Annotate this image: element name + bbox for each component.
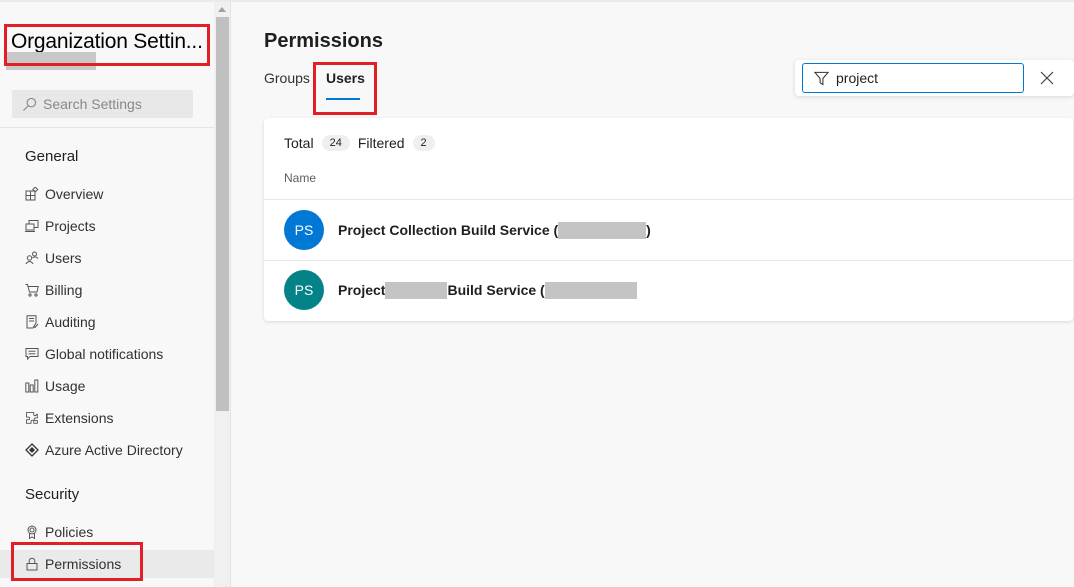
usage-icon [25, 379, 39, 393]
policy-icon [25, 525, 39, 539]
sidebar-item-label: Overview [45, 186, 104, 202]
sidebar-item-label: Policies [45, 524, 94, 540]
users-icon [25, 251, 39, 265]
filtered-count-badge: 2 [412, 135, 435, 151]
active-tab-indicator [326, 98, 360, 100]
section-security: Security [25, 486, 80, 503]
sidebar-item-label: Azure Active Directory [45, 442, 183, 458]
filter-bar: project [795, 60, 1074, 96]
column-header-name[interactable]: Name [284, 171, 316, 185]
redacted-text [558, 221, 647, 239]
sidebar-scrollbar[interactable] [214, 2, 231, 587]
filter-icon [814, 71, 829, 86]
search-placeholder: Search Settings [43, 96, 142, 112]
sidebar-item-permissions[interactable]: Permissions [0, 550, 214, 578]
user-name-middle: Build Service ( [447, 282, 545, 298]
sidebar-item-label: Auditing [45, 314, 96, 330]
sidebar-item-label: Usage [45, 378, 86, 394]
sidebar-item-azure-active-directory[interactable]: Azure Active Directory [0, 436, 214, 464]
close-icon [1040, 71, 1054, 85]
overview-icon [25, 187, 39, 201]
redacted-org-name [6, 52, 96, 70]
user-name: Project Collection Build Service ( ) [338, 221, 651, 239]
extensions-icon [25, 411, 39, 425]
projects-icon [25, 219, 39, 233]
auditing-icon [25, 315, 39, 329]
user-name: Project Build Service ( [338, 281, 637, 299]
total-count-badge: 24 [321, 135, 350, 151]
page-title: Permissions [264, 30, 383, 52]
total-label: Total [284, 135, 314, 151]
tab-groups[interactable]: Groups [264, 70, 310, 86]
scroll-up-arrow-icon[interactable] [218, 7, 226, 12]
clear-filter-button[interactable] [1038, 69, 1056, 87]
user-row[interactable]: PS Project Build Service ( [264, 260, 1073, 320]
scrollbar-thumb[interactable] [216, 17, 229, 411]
sidebar-item-extensions[interactable]: Extensions [0, 404, 214, 432]
search-icon [23, 97, 37, 111]
sidebar-item-users[interactable]: Users [0, 244, 214, 272]
tab-users[interactable]: Users [326, 70, 365, 86]
sidebar-item-label: Global notifications [45, 346, 164, 362]
count-summary: Total 24 Filtered 2 [284, 135, 443, 151]
org-settings-title: Organization Settin... [11, 30, 203, 53]
search-settings-input[interactable]: Search Settings [12, 90, 193, 118]
sidebar-item-label: Projects [45, 218, 96, 234]
cart-icon [25, 283, 39, 297]
sidebar-item-usage[interactable]: Usage [0, 372, 214, 400]
redacted-text [544, 281, 637, 299]
filtered-label: Filtered [357, 135, 405, 151]
sidebar-item-label: Users [45, 250, 82, 266]
section-general: General [25, 148, 79, 165]
sidebar-item-global-notifications[interactable]: Global notifications [0, 340, 214, 368]
users-list-card: Total 24 Filtered 2 Name PS Project Coll… [264, 118, 1073, 321]
user-row[interactable]: PS Project Collection Build Service ( ) [264, 200, 1073, 260]
filter-input[interactable]: project [802, 63, 1024, 93]
lock-icon [25, 557, 39, 571]
sidebar-divider [0, 127, 214, 128]
avatar: PS [284, 270, 324, 310]
filter-value: project [836, 70, 879, 86]
sidebar-item-label: Permissions [45, 556, 122, 572]
sidebar-item-auditing[interactable]: Auditing [0, 308, 214, 336]
sidebar-item-label: Billing [45, 282, 83, 298]
azure-ad-icon [25, 443, 39, 457]
user-name-suffix: ) [646, 222, 651, 238]
redacted-text [385, 281, 448, 299]
user-name-text: Project [338, 282, 386, 298]
sidebar-item-label: Extensions [45, 410, 114, 426]
sidebar-item-billing[interactable]: Billing [0, 276, 214, 304]
avatar: PS [284, 210, 324, 250]
sidebar-item-overview[interactable]: Overview [0, 180, 214, 208]
main-content: Permissions Groups Users project Total 2… [232, 2, 1074, 587]
user-name-text: Project Collection Build Service ( [338, 222, 559, 238]
settings-sidebar: Organization Settin... Search Settings G… [0, 2, 214, 587]
sidebar-item-policies[interactable]: Policies [0, 518, 214, 546]
notification-icon [25, 347, 39, 361]
sidebar-item-projects[interactable]: Projects [0, 212, 214, 240]
